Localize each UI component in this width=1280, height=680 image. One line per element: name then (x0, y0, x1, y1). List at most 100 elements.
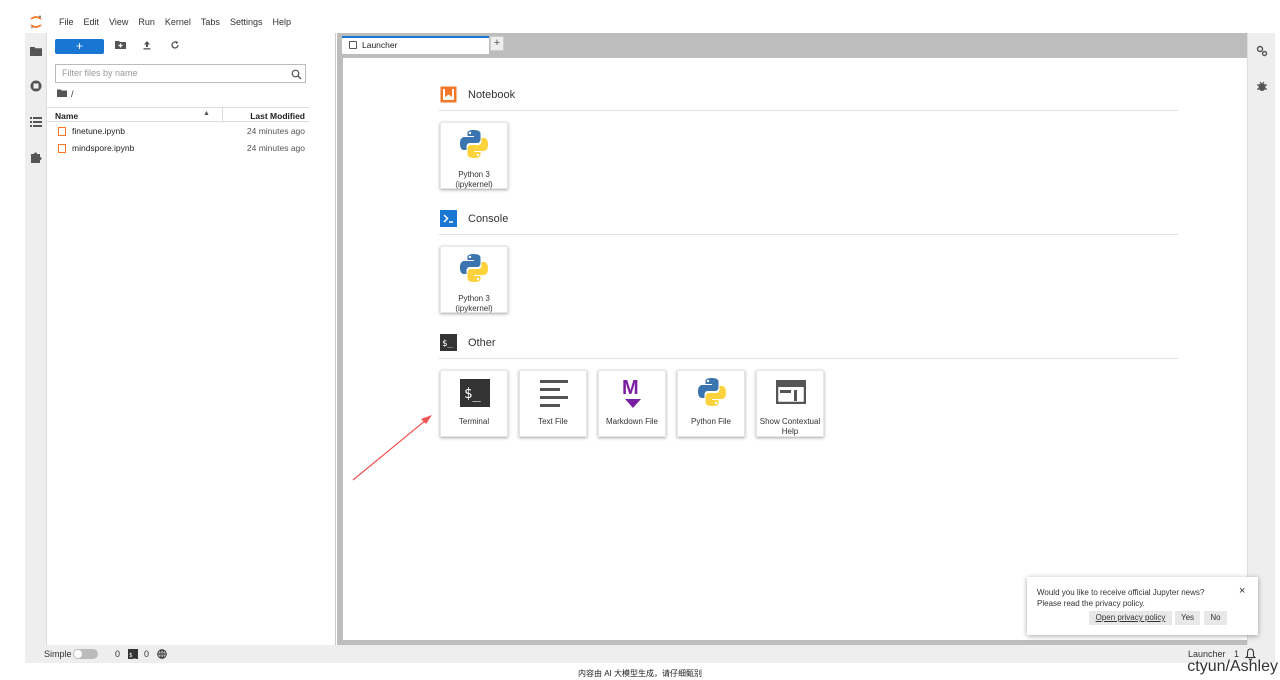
column-last-modified[interactable]: Last Modified (250, 111, 305, 121)
card-label: Python 3 (ipykernel) (455, 294, 493, 313)
menu-edit[interactable]: Edit (79, 17, 105, 27)
section-divider (439, 234, 1178, 235)
menu-tabs[interactable]: Tabs (196, 17, 225, 27)
toggle-knob (74, 650, 82, 658)
contextual-help-card[interactable]: Show Contextual Help (756, 370, 824, 437)
markdown-file-card[interactable]: M Markdown File (598, 370, 666, 437)
folder-icon[interactable] (30, 44, 42, 56)
right-sidebar (1247, 33, 1275, 645)
refresh-icon[interactable] (169, 40, 181, 52)
file-name: mindspore.ipynb (72, 143, 135, 153)
markdown-icon: M (621, 376, 645, 415)
upload-icon[interactable] (141, 40, 153, 52)
section-divider (439, 358, 1178, 359)
card-label: Show Contextual Help (759, 417, 821, 436)
filter-files-input[interactable]: Filter files by name (55, 64, 306, 83)
terminal-icon: $_ (460, 379, 490, 412)
notebook-file-icon (58, 144, 66, 153)
debugger-bug-icon[interactable] (1256, 79, 1268, 97)
file-row[interactable]: mindspore.ipynb 24 minutes ago (47, 140, 309, 156)
menubar: File Edit View Run Kernel Tabs Settings … (25, 12, 1275, 32)
card-label: Markdown File (605, 417, 658, 426)
breadcrumb-root[interactable]: / (71, 89, 74, 99)
card-label: Python 3 (ipykernel) (455, 170, 493, 189)
python-icon (696, 376, 728, 413)
console-python3-card[interactable]: Python 3 (ipykernel) (440, 246, 508, 313)
python-file-card[interactable]: Python File (677, 370, 745, 437)
add-tab-button[interactable]: + (490, 36, 504, 51)
kernel-globe-icon[interactable] (157, 649, 167, 661)
breadcrumb[interactable]: / (57, 89, 74, 99)
notebook-file-icon (58, 127, 66, 136)
svg-text:M: M (622, 377, 639, 399)
folder-icon (57, 89, 67, 99)
tab-launcher[interactable]: Launcher (342, 36, 489, 54)
launcher-panel: Notebook Python 3 (ipykernel) Console Py… (343, 58, 1270, 640)
file-modified: 24 minutes ago (246, 143, 305, 153)
running-kernels-icon[interactable] (30, 79, 42, 92)
svg-text:$_: $_ (464, 386, 481, 402)
card-label: Terminal (458, 417, 490, 426)
file-browser: + Filter files by name / Name ▲ Last Mod… (47, 33, 336, 645)
file-modified: 24 minutes ago (246, 126, 305, 136)
menu-help[interactable]: Help (267, 17, 296, 27)
card-label: Python File (690, 417, 732, 426)
menu-file[interactable]: File (54, 17, 79, 27)
no-button[interactable]: No (1204, 611, 1227, 625)
property-inspector-gears-icon[interactable] (1256, 44, 1268, 62)
table-of-contents-icon[interactable] (30, 115, 42, 127)
menu-view[interactable]: View (104, 17, 133, 27)
notification-line1: Would you like to receive official Jupyt… (1037, 588, 1205, 597)
file-list-header: Name ▲ Last Modified (47, 107, 309, 123)
notification-line2: Please read the privacy policy. (1037, 599, 1145, 608)
yes-button[interactable]: Yes (1175, 611, 1200, 625)
notebook-section-icon (440, 86, 457, 103)
terminal-status-icon: $_ (128, 649, 138, 661)
search-icon (291, 67, 302, 85)
left-sidebar (25, 33, 47, 645)
other-section-icon: $_ (440, 334, 457, 351)
watermark: ctyun/Ashley (1187, 658, 1278, 675)
file-name: finetune.ipynb (72, 126, 125, 136)
text-file-icon (540, 379, 568, 412)
extension-puzzle-icon[interactable] (30, 150, 42, 163)
kernels-count[interactable]: 0 (115, 649, 120, 659)
status-bar: Simple 0 $_ 0 Launcher 1 (25, 645, 1275, 663)
tab-launcher-label: Launcher (362, 40, 398, 50)
launcher-tab-icon (349, 41, 357, 49)
jupyter-logo-icon (30, 15, 42, 29)
new-launcher-button[interactable]: + (55, 39, 104, 54)
svg-text:$_: $_ (129, 652, 137, 659)
ai-disclaimer-footer: 内容由 AI 大模型生成，请仔细甄别 (577, 669, 702, 678)
terminals-count[interactable]: 0 (144, 649, 149, 659)
svg-text:$_: $_ (442, 339, 453, 349)
menu-run[interactable]: Run (133, 17, 160, 27)
jupyterlab-app: File Edit View Run Kernel Tabs Settings … (25, 0, 1275, 663)
news-notification: Would you like to receive official Jupyt… (1027, 577, 1258, 635)
text-file-card[interactable]: Text File (519, 370, 587, 437)
column-divider[interactable] (222, 108, 223, 123)
new-folder-icon[interactable] (114, 40, 126, 52)
console-section-title: Console (468, 213, 509, 225)
card-label: Text File (538, 417, 568, 426)
menu-settings[interactable]: Settings (225, 17, 268, 27)
open-privacy-policy-button[interactable]: Open privacy policy (1089, 611, 1172, 625)
menu-kernel[interactable]: Kernel (160, 17, 196, 27)
contextual-help-icon (775, 379, 807, 409)
file-row[interactable]: finetune.ipynb 24 minutes ago (47, 123, 309, 139)
tab-bar: Launcher + (337, 33, 1247, 54)
section-divider (439, 110, 1178, 111)
column-name[interactable]: Name (55, 111, 78, 121)
python-icon (458, 128, 490, 165)
simple-mode-label: Simple (44, 649, 72, 659)
close-icon[interactable]: × (1239, 585, 1245, 597)
notebook-python3-card[interactable]: Python 3 (ipykernel) (440, 122, 508, 189)
other-section-title: Other (468, 337, 496, 349)
notebook-section-title: Notebook (468, 89, 516, 101)
main-dock-area: Launcher + Notebook Python 3 (ipykernel)… (337, 33, 1270, 645)
simple-mode-toggle[interactable] (73, 649, 98, 659)
terminal-card[interactable]: $_ Terminal (440, 370, 508, 437)
python-icon (458, 252, 490, 289)
console-section-icon (440, 210, 457, 227)
sort-ascending-icon[interactable]: ▲ (203, 110, 210, 117)
